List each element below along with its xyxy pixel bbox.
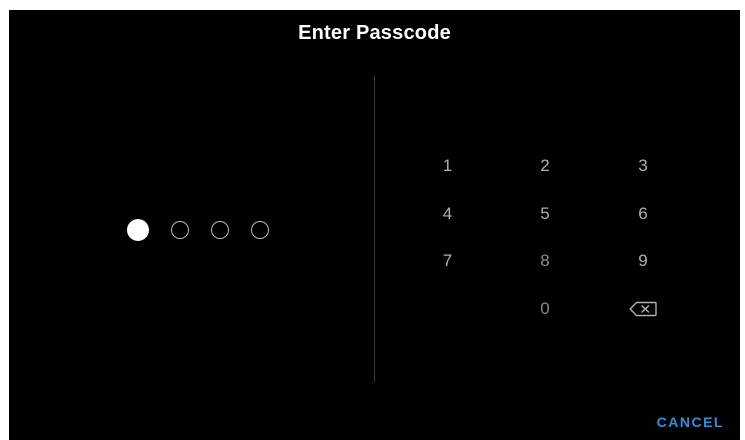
key-0[interactable]: 0: [496, 285, 594, 332]
key-2[interactable]: 2: [496, 142, 594, 190]
backspace-button[interactable]: [594, 285, 692, 332]
pin-dot-empty: [171, 221, 189, 239]
passcode-screen: Enter Passcode 1 2 3 4 5 6 7 8 9 0 CANCE…: [9, 10, 740, 440]
page-title: Enter Passcode: [298, 22, 451, 44]
key-6[interactable]: 6: [594, 190, 692, 237]
pin-dot-empty: [211, 221, 229, 239]
numeric-keypad: 1 2 3 4 5 6 7 8 9 0: [399, 142, 692, 332]
backspace-icon: [629, 301, 657, 316]
key-7[interactable]: 7: [399, 237, 496, 285]
pin-dot-empty: [251, 221, 269, 239]
cancel-button[interactable]: CANCEL: [657, 414, 724, 430]
key-5[interactable]: 5: [496, 190, 594, 237]
pin-dot-filled: [127, 219, 149, 241]
key-4[interactable]: 4: [399, 190, 496, 237]
divider: [374, 76, 375, 382]
key-empty: [399, 285, 496, 332]
key-3[interactable]: 3: [594, 142, 692, 190]
key-9[interactable]: 9: [594, 237, 692, 285]
key-1[interactable]: 1: [399, 142, 496, 190]
key-8[interactable]: 8: [496, 237, 594, 285]
pin-indicator: [127, 219, 269, 241]
